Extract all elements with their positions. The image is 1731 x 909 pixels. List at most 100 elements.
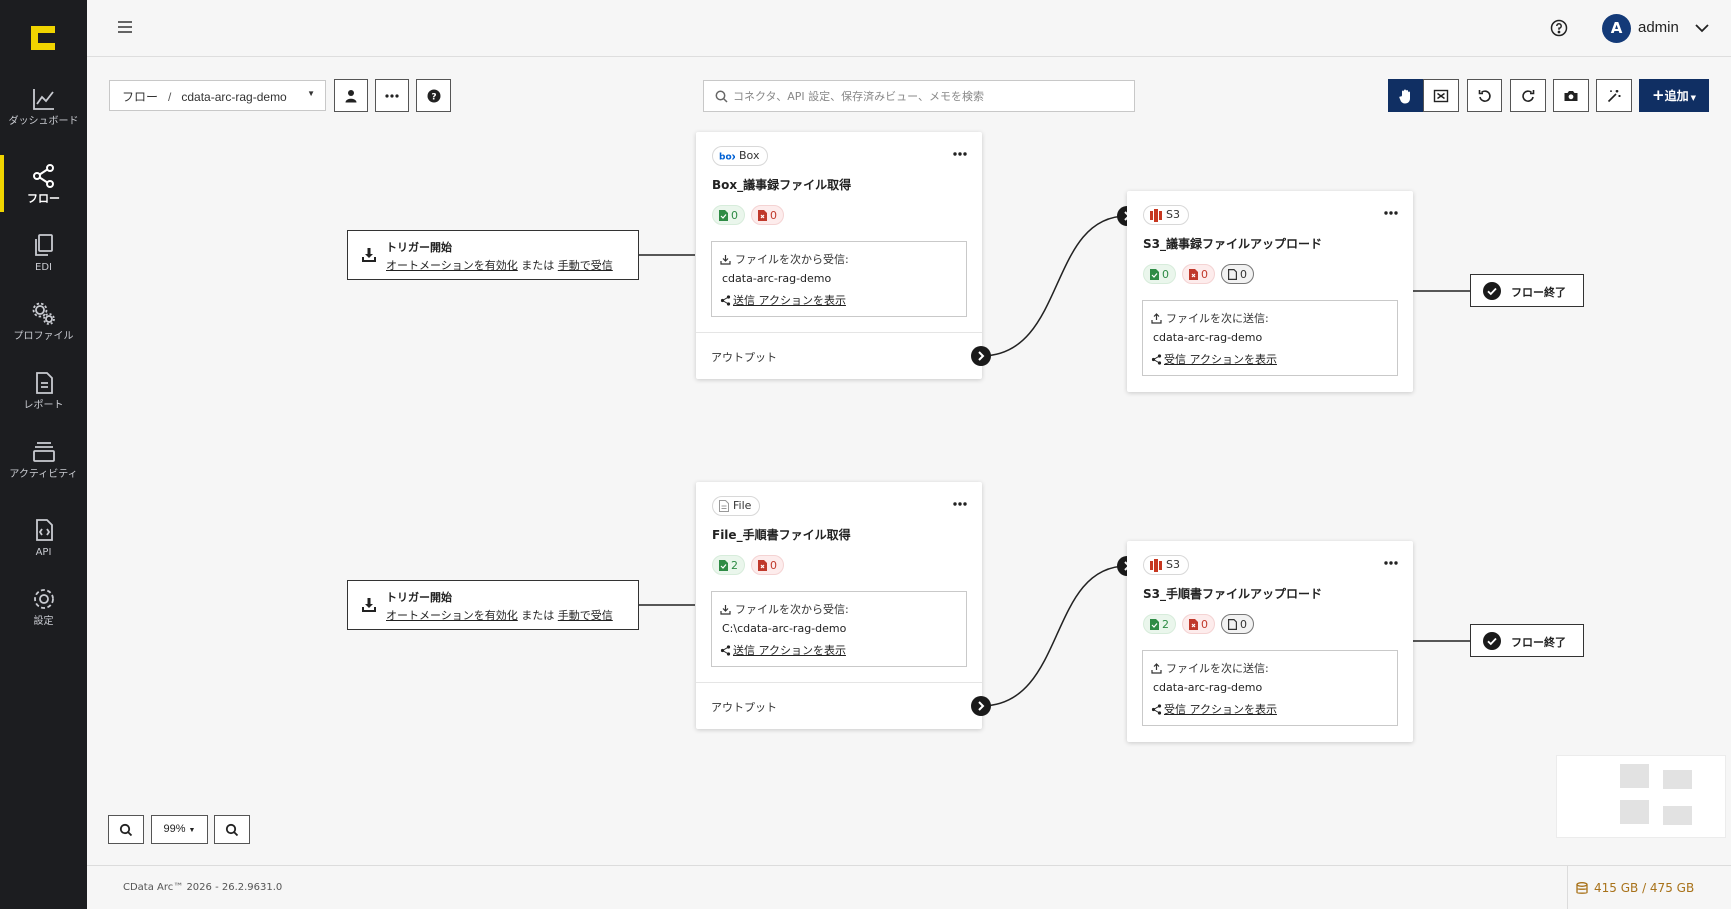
flow-canvas[interactable]: トリガー開始 オートメーションを有効化 または 手動で受信 box Box Bo… [87, 120, 1731, 865]
flow-end-node[interactable]: フロー終了 [1470, 274, 1584, 307]
storage-usage[interactable]: 415 GB / 475 GB [1567, 866, 1694, 909]
show-actions-link[interactable]: 受信 アクションを表示 [1151, 701, 1277, 717]
pending-count-badge[interactable]: 0 [1221, 614, 1254, 634]
show-actions-link[interactable]: 送信 アクションを表示 [720, 292, 846, 308]
connector-node-s3[interactable]: S3 S3_議事録ファイルアップロード 0 0 0 ファイルを次に送信: cda… [1127, 191, 1413, 392]
search-box[interactable] [703, 80, 1135, 112]
sidebar-item-activity[interactable]: アクティビティ [0, 431, 87, 497]
output-port[interactable] [971, 346, 991, 366]
user-icon [345, 89, 357, 102]
avatar[interactable]: A [1602, 14, 1631, 43]
ellipsis-icon[interactable] [952, 500, 968, 508]
connector-info-box: ファイルを次に送信: cdata-arc-rag-demo 受信 アクションを表… [1142, 650, 1398, 726]
file-error-icon [1189, 268, 1198, 280]
success-count-badge[interactable]: 0 [712, 205, 745, 225]
add-button[interactable]: +追加 ▼ [1639, 79, 1709, 112]
trigger-actions: オートメーションを有効化 または 手動で受信 [386, 257, 613, 273]
selection-box-icon [1433, 89, 1449, 102]
cdata-logo[interactable] [29, 24, 57, 52]
chevron-down-icon[interactable] [1695, 23, 1709, 33]
enable-automation-link[interactable]: オートメーションを有効化 [386, 259, 518, 272]
or-label: または [521, 609, 555, 622]
auto-arrange-button[interactable] [1596, 79, 1632, 112]
file-icon [1228, 268, 1237, 280]
trigger-title: トリガー開始 [386, 591, 452, 604]
minimap[interactable] [1556, 755, 1726, 838]
success-count: 0 [1162, 267, 1169, 281]
select-mode-button[interactable] [1423, 79, 1459, 112]
redo-button[interactable] [1510, 79, 1546, 112]
breadcrumb[interactable]: フロー / cdata-arc-rag-demo ▼ [109, 80, 326, 111]
hamburger-menu-icon[interactable] [117, 19, 133, 35]
sidebar-item-settings[interactable]: 設定 [0, 578, 87, 644]
trigger-actions: オートメーションを有効化 または 手動で受信 [386, 607, 613, 623]
sidebar-item-flow[interactable]: フロー [0, 155, 87, 221]
magic-wand-icon [1607, 89, 1621, 102]
success-count-badge[interactable]: 0 [1143, 264, 1176, 284]
zoom-out-button[interactable] [214, 815, 250, 844]
sidebar-item-profile[interactable]: プロファイル [0, 293, 87, 359]
connector-node-file[interactable]: File File_手順書ファイル取得 2 0 ファイルを次から受信: C:\c… [696, 482, 982, 729]
error-count-badge[interactable]: 0 [1182, 264, 1215, 284]
flow-help-button[interactable]: ? [416, 79, 451, 112]
sidebar-item-dashboard[interactable]: ダッシュボード [0, 78, 87, 144]
sidebar-item-api[interactable]: API [0, 509, 87, 575]
ellipsis-icon [385, 93, 399, 98]
flow-end-label: フロー終了 [1511, 636, 1566, 649]
flow-end-node[interactable]: フロー終了 [1470, 624, 1584, 657]
sidebar-item-edi[interactable]: EDI [0, 224, 87, 290]
show-actions-link[interactable]: 送信 アクションを表示 [720, 642, 846, 658]
add-button-label: 追加 [1664, 89, 1689, 103]
connector-node-s3[interactable]: S3 S3_手順書ファイルアップロード 2 0 0 ファイルを次に送信: cda… [1127, 541, 1413, 742]
ellipsis-icon[interactable] [952, 150, 968, 158]
sidebar-item-report[interactable]: レポート [0, 362, 87, 428]
ellipsis-icon[interactable] [1383, 209, 1399, 217]
more-options-button[interactable] [375, 79, 409, 112]
error-count: 0 [770, 208, 777, 222]
pending-count-badge[interactable]: 0 [1221, 264, 1254, 284]
success-count: 2 [1162, 617, 1169, 631]
question-circle-icon[interactable] [1550, 19, 1568, 37]
error-count-badge[interactable]: 0 [1182, 614, 1215, 634]
sidebar-item-label: 設定 [33, 616, 54, 627]
output-port[interactable] [971, 696, 991, 716]
snapshot-button[interactable] [1553, 79, 1589, 112]
connector-type-label: File [733, 499, 752, 512]
breadcrumb-root[interactable]: フロー [122, 90, 158, 104]
info-label: ファイルを次に送信: [1151, 660, 1269, 676]
error-count-badge[interactable]: 0 [751, 555, 784, 575]
connector-node-box[interactable]: box Box Box_議事録ファイル取得 0 0 ファイルを次から受信: cd… [696, 132, 982, 379]
flow-owner-button[interactable] [334, 79, 368, 112]
trigger-start-node[interactable]: トリガー開始 オートメーションを有効化 または 手動で受信 [347, 580, 639, 630]
message-counts: 0 0 0 [1143, 264, 1254, 284]
file-success-icon [719, 209, 728, 221]
zoom-in-button[interactable] [108, 815, 144, 844]
undo-button[interactable] [1467, 79, 1502, 112]
file-icon [719, 500, 729, 512]
show-actions-link[interactable]: 受信 アクションを表示 [1151, 351, 1277, 367]
gear-icon [34, 589, 54, 609]
or-label: または [521, 259, 555, 272]
chart-line-icon [33, 89, 54, 110]
manual-receive-link[interactable]: 手動で受信 [558, 609, 613, 622]
zoom-level-dropdown[interactable]: 99% ▼ [151, 815, 208, 844]
trigger-start-node[interactable]: トリガー開始 オートメーションを有効化 または 手動で受信 [347, 230, 639, 280]
pan-mode-button[interactable] [1388, 79, 1423, 112]
info-value: cdata-arc-rag-demo [1153, 331, 1263, 344]
error-count: 0 [1201, 617, 1208, 631]
version-label: CData Arc™ 2026 - 26.2.9631.0 [123, 882, 283, 893]
username-label[interactable]: admin [1638, 19, 1679, 36]
enable-automation-link[interactable]: オートメーションを有効化 [386, 609, 518, 622]
connector-info-box: ファイルを次に送信: cdata-arc-rag-demo 受信 アクションを表… [1142, 300, 1398, 376]
connector-info-box: ファイルを次から受信: cdata-arc-rag-demo 送信 アクションを… [711, 241, 967, 317]
message-counts: 2 0 0 [1143, 614, 1254, 634]
success-count-badge[interactable]: 2 [712, 555, 745, 575]
search-input[interactable] [733, 85, 1128, 107]
manual-receive-link[interactable]: 手動で受信 [558, 259, 613, 272]
download-icon [362, 248, 376, 262]
ellipsis-icon[interactable] [1383, 559, 1399, 567]
success-count-badge[interactable]: 2 [1143, 614, 1176, 634]
database-icon [1576, 881, 1588, 894]
error-count-badge[interactable]: 0 [751, 205, 784, 225]
message-counts: 2 0 [712, 555, 784, 575]
